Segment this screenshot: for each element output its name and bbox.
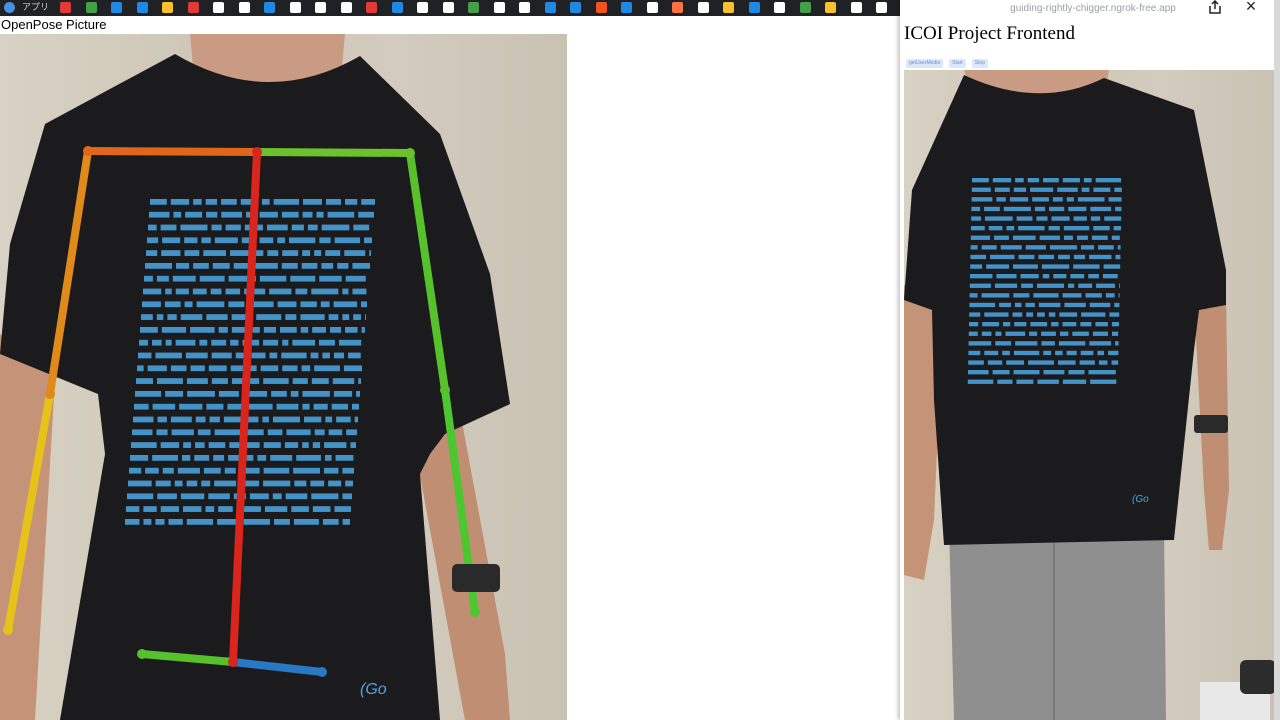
shirt-logo: (Go [360, 681, 387, 698]
bookmark-icon[interactable] [417, 2, 428, 13]
bookmark-icon[interactable] [162, 2, 173, 13]
bookmark-icon[interactable] [493, 2, 505, 13]
bookmark-icon[interactable] [697, 2, 709, 13]
bookmark-icon[interactable] [774, 2, 785, 13]
openpose-overlay: (Go [0, 34, 510, 720]
bookmark-icon[interactable] [442, 2, 454, 13]
bookmark-apps-label[interactable]: アプリ [22, 2, 49, 13]
popup-window: guiding-rightly-chigger.ngrok-free.app ×… [900, 0, 1280, 720]
popup-url: guiding-rightly-chigger.ngrok-free.app [1010, 3, 1176, 14]
bookmark-icon[interactable] [187, 2, 199, 13]
share-icon[interactable] [1207, 0, 1223, 14]
bookmark-icon[interactable] [646, 2, 658, 13]
bookmark-icon[interactable] [391, 2, 403, 13]
bookmark-icon[interactable] [825, 2, 836, 13]
bookmark-icon[interactable] [238, 2, 250, 13]
pose-shoulder-left [84, 147, 261, 156]
bookmark-icon[interactable] [876, 2, 887, 13]
control-buttons: getUserMedia Start Stop [906, 59, 994, 69]
bookmark-icon[interactable] [595, 2, 607, 13]
bookmark-icon[interactable] [468, 2, 479, 13]
bookmark-icon[interactable] [85, 2, 97, 13]
bookmark-icon[interactable] [748, 2, 760, 13]
bookmark-icon[interactable] [570, 2, 581, 13]
start-button[interactable]: Start [949, 59, 966, 68]
openpose-picture: (Go [0, 34, 567, 720]
bookmarks-bar: アプリ [0, 0, 900, 16]
close-icon[interactable]: × [1242, 0, 1260, 15]
bookmark-icon[interactable] [264, 2, 275, 13]
bookmark-icon[interactable] [60, 2, 71, 13]
screen-edge [1274, 0, 1280, 720]
bookmark-icon[interactable] [799, 2, 811, 13]
bookmark-icon[interactable] [315, 2, 326, 13]
bookmark-icon[interactable] [340, 2, 352, 13]
bookmark-icon[interactable] [621, 2, 632, 13]
camera-frame: (Go [904, 70, 1276, 720]
bookmark-icon[interactable] [366, 2, 377, 13]
stop-button[interactable]: Stop [971, 59, 988, 68]
bookmark-icon[interactable] [136, 2, 148, 13]
page-title: OpenPose Picture [1, 17, 107, 32]
pose-shoulder-right [253, 148, 414, 157]
bookmark-icon[interactable] [213, 2, 224, 13]
bookmark-icon[interactable] [519, 2, 530, 13]
bookmark-icon[interactable] [672, 2, 683, 13]
bookmark-icon[interactable] [850, 2, 862, 13]
bookmark-icon[interactable] [4, 2, 15, 13]
page-title: ICOI Project Frontend [904, 23, 1075, 44]
camera-feed: (Go [904, 70, 1276, 720]
watch [452, 564, 500, 592]
bookmark-icon[interactable] [111, 2, 122, 13]
svg-text:(Go: (Go [1132, 494, 1149, 505]
getusermedia-button[interactable]: getUserMedia [906, 59, 944, 68]
bookmark-icon[interactable] [544, 2, 556, 13]
bookmark-icon[interactable] [289, 2, 301, 13]
bookmark-icon[interactable] [723, 2, 734, 13]
